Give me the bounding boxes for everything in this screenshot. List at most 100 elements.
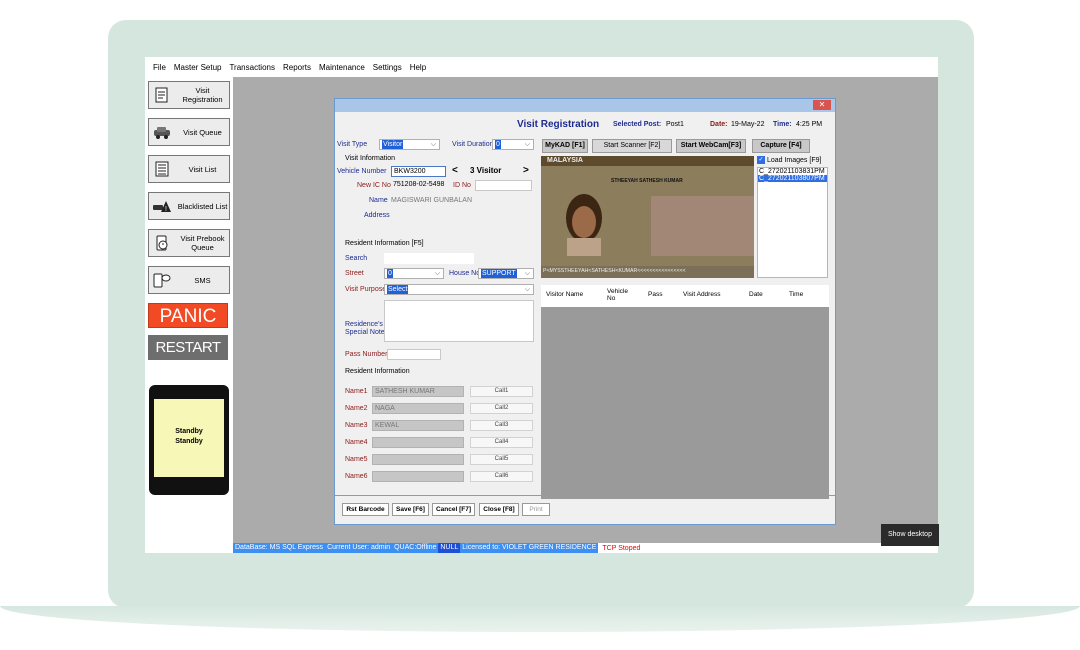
call4-button[interactable]: Call4 [470,437,533,448]
name5-input[interactable] [372,454,464,465]
name1-input[interactable]: SATHESH KUMAR [372,386,464,397]
chevron-down-icon: ⌵ [430,141,436,148]
visit-list-label: Visit List [188,164,217,174]
image-list[interactable]: C_272021103831PM C_272021103807PM [757,167,828,278]
name3-label: Name3 [345,422,368,429]
pass-number-input[interactable] [387,349,441,360]
menu-settings[interactable]: Settings [373,63,402,72]
warning-car-icon: ! [152,196,172,216]
menu-transactions[interactable]: Transactions [229,63,275,72]
status-licensed: Licensed to: VIOLET GREEN RESIDENCE [460,543,599,553]
menu-file[interactable]: File [153,63,166,72]
selected-post-label: Selected Post: [613,121,662,128]
blacklisted-list-button[interactable]: ! Blacklisted List [148,192,230,220]
resident-info-f5-heading: Resident Information [F5] [345,240,424,247]
menu-help[interactable]: Help [410,63,426,72]
sms-button[interactable]: SMS [148,266,230,294]
restart-rac-button[interactable]: RESTART RAC [148,335,228,381]
visit-purpose-label: Visit Purpose [345,286,387,293]
call5-button[interactable]: Call5 [470,454,533,465]
save-button[interactable]: Save [F6] [392,503,429,516]
close-button[interactable]: Close [F8] [479,503,519,516]
visit-queue-label: Visit Queue [183,127,222,137]
card-country: MALAYSIA [547,157,583,164]
passport-image [541,156,754,278]
chevron-down-icon: ⌵ [524,141,530,148]
close-icon[interactable]: ✕ [813,100,831,110]
menu-reports[interactable]: Reports [283,63,311,72]
form-icon [152,85,172,105]
col-date: Date [749,291,763,298]
search-label: Search [345,255,368,262]
dialog-titlebar: ✕ [335,99,835,112]
capture-button[interactable]: Capture [F4] [752,139,810,153]
id-no-input[interactable] [475,180,532,191]
street-select[interactable]: 0 ⌵ [384,268,444,279]
start-scanner-button[interactable]: Start Scanner [F2] [592,139,672,153]
rst-barcode-button[interactable]: Rst Barcode [342,503,389,516]
visit-type-label: Visit Type [337,141,368,148]
name6-input[interactable] [372,471,464,482]
name4-input[interactable] [372,437,464,448]
name5-label: Name5 [345,456,368,463]
app-window: File Master Setup Transactions Reports M… [145,57,938,553]
visit-prebook-queue-button[interactable]: Visit Prebook Queue [148,229,230,257]
id-no-label: ID No [453,182,471,189]
visit-list-button[interactable]: Visit List [148,155,230,183]
visit-queue-button[interactable]: Visit Queue [148,118,230,146]
show-desktop-button[interactable]: Show desktop [881,524,939,546]
status-bar: DataBase: MS SQL Express Current User: a… [233,543,938,553]
visit-type-select[interactable]: Visitor ⌵ [379,139,440,150]
call6-button[interactable]: Call6 [470,471,533,482]
mykad-button[interactable]: MyKAD [F1] [542,139,588,153]
visitor-grid[interactable]: Visitor Name Vehicle No Pass Visit Addre… [541,285,829,499]
visit-type-value: Visitor [382,140,404,149]
start-webcam-button[interactable]: Start WebCam[F3] [676,139,746,153]
menu-master-setup[interactable]: Master Setup [174,63,222,72]
cancel-button[interactable]: Cancel [F7] [432,503,475,516]
visit-purpose-value: Select [387,285,409,294]
new-ic-input[interactable]: 751208-02-5498 [391,180,446,191]
visit-duration-value: 0 [495,140,501,149]
visit-purpose-select[interactable]: Select ⌵ [384,284,534,295]
name2-label: Name2 [345,405,368,412]
menu-maintenance[interactable]: Maintenance [319,63,365,72]
image-list-item-selected[interactable]: C_272021103807PM [758,175,827,182]
visit-duration-select[interactable]: 0 ⌵ [492,139,534,150]
visit-registration-button[interactable]: Visit Registration [148,81,230,109]
vehicle-number-label: Vehicle Number [337,168,387,175]
status-quac: QUAC:Offline [392,543,439,553]
col-visitor-name: Visitor Name [546,291,584,298]
image-list-item[interactable]: C_272021103831PM [758,168,827,175]
prev-arrow-icon[interactable]: < [452,165,458,176]
vehicle-number-input[interactable]: BKW3200 [391,166,446,177]
chevron-down-icon: ⌵ [524,270,530,277]
next-arrow-icon[interactable]: > [523,165,529,176]
selected-post-value: Post1 [666,121,684,128]
visit-information-heading: Visit Information [345,155,396,162]
special-note-input[interactable] [384,300,534,342]
card-mrz: P<MYSSTHEEYAH<SATHESH<KUMAR<<<<<<<<<<<<<… [543,268,686,274]
checkbox-icon[interactable]: ✓ [757,156,765,164]
call1-button[interactable]: Call1 [470,386,533,397]
status-null: NULL [438,543,461,553]
visitor-count: 3 Visitor [470,166,502,175]
house-no-select[interactable]: SUPPORT ⌵ [478,268,534,279]
address-label: Address [364,212,390,219]
visit-registration-dialog: ✕ Visit Registration Selected Post: Post… [334,98,836,525]
sms-label: SMS [194,275,211,285]
print-button[interactable]: Print [522,503,550,516]
panic-button[interactable]: PANIC [148,303,228,328]
sidebar: Visit Registration Visit Queue Visit Lis… [145,77,233,553]
call3-button[interactable]: Call3 [470,420,533,431]
new-ic-label: New IC No [357,182,391,189]
load-images-option[interactable]: ✓ Load Images [F9] [757,156,821,164]
search-input[interactable] [384,253,474,264]
name3-input[interactable]: KEWAL [372,420,464,431]
resident-information-heading: Resident Information [345,368,410,375]
col-vehicle-no: Vehicle No [607,288,628,302]
name2-input[interactable]: NAGA [372,403,464,414]
col-pass: Pass [648,291,663,298]
car-icon [152,122,172,142]
call2-button[interactable]: Call2 [470,403,533,414]
